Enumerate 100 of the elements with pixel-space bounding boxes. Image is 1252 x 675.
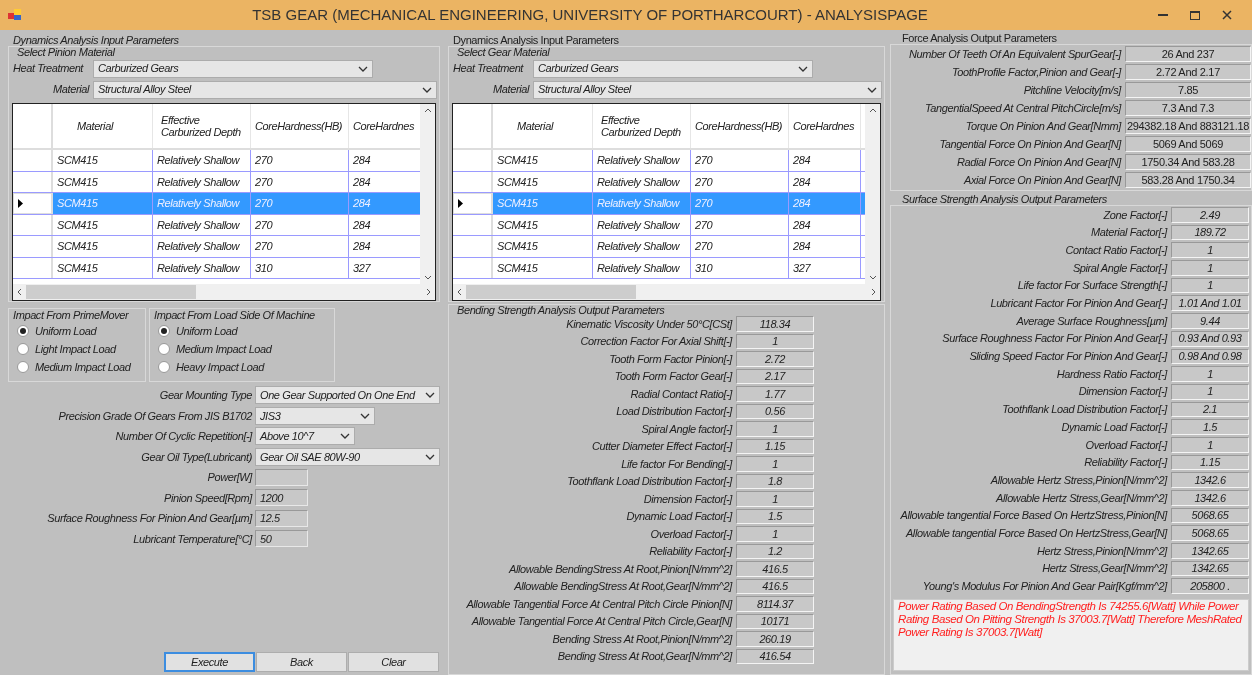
close-icon[interactable]	[1222, 10, 1232, 20]
column-header[interactable]: Material	[493, 104, 593, 148]
group-title: Select Gear Material	[456, 47, 551, 58]
scroll-down-icon[interactable]	[868, 275, 877, 280]
table-cell: Relatively Shallow	[593, 214, 691, 235]
column-header[interactable]: Effective Carburized Depth	[593, 104, 691, 148]
table-row[interactable]: SCM415 Relatively Shallow 270 284	[453, 150, 865, 172]
row-pointer-icon	[18, 198, 23, 208]
table-row[interactable]: SCM415 Relatively Shallow 310 327	[13, 257, 420, 279]
table-cell: 270	[251, 236, 349, 257]
output-label: Life factor For Bending[-]	[621, 456, 732, 472]
radio-button[interactable]	[158, 361, 170, 373]
table-cell: SCM415	[493, 236, 593, 257]
output-value: 1	[736, 421, 814, 437]
output-value: 1.2	[736, 543, 814, 559]
radio-option[interactable]: Uniform Load	[154, 322, 330, 340]
scroll-right-icon[interactable]	[426, 288, 431, 296]
radio-option[interactable]: Medium Impact Load	[154, 340, 330, 358]
output-value: 118.34	[736, 316, 814, 332]
column-header[interactable]: Effective Carburized Depth	[153, 104, 251, 148]
output-value: 1	[1171, 366, 1249, 382]
scroll-right-icon[interactable]	[871, 288, 876, 296]
output-value: 189.72	[1171, 224, 1249, 241]
table-row[interactable]: SCM415 Relatively Shallow 270 284	[453, 214, 865, 236]
table-row[interactable]: SCM415 Relatively Shallow 270 284	[453, 236, 865, 258]
radio-button[interactable]	[17, 325, 29, 337]
scroll-up-icon[interactable]	[423, 108, 432, 113]
chevron-down-icon	[358, 65, 368, 72]
radio-option[interactable]: Heavy Impact Load	[154, 358, 330, 376]
vertical-scrollbar[interactable]	[420, 104, 435, 284]
table-cell: 310	[691, 257, 789, 278]
dropdown[interactable]: Gear Oil SAE 80W-90	[255, 447, 440, 466]
output-label: Kinematic Viscosity Under 50°C[CSt]	[566, 316, 732, 332]
field-label: Material	[52, 82, 89, 98]
column-header[interactable]: CoreHardnes	[789, 104, 861, 148]
output-value: 1	[1171, 242, 1249, 259]
input-field[interactable]: 50	[255, 530, 308, 548]
table-cell: Relatively Shallow	[593, 193, 691, 214]
radio-button[interactable]	[158, 325, 170, 337]
dropdown[interactable]: Structural Alloy Steel	[533, 80, 882, 99]
output-label: Average Surface Roughness[µm]	[1016, 313, 1167, 329]
input-field[interactable]: 12.5	[255, 509, 308, 527]
table-row[interactable]: SCM415 Relatively Shallow 270 284	[13, 214, 420, 236]
horizontal-scrollbar[interactable]	[453, 284, 880, 300]
horizontal-scrollbar[interactable]	[13, 284, 435, 300]
dropdown[interactable]: Carburized Gears	[533, 59, 813, 78]
table-row[interactable]: SCM415 Relatively Shallow 270 284	[13, 150, 420, 172]
output-value: 294382.18 And 883121.18	[1125, 118, 1251, 134]
minimize-icon[interactable]	[1158, 13, 1168, 17]
table-row[interactable]: SCM415 Relatively Shallow 270 284	[13, 236, 420, 258]
row-pointer-icon	[458, 198, 463, 208]
output-label: Dynamic Load Factor[-]	[626, 509, 732, 524]
group-title: Impact From Load Side Of Machine	[154, 309, 316, 322]
radio-button[interactable]	[17, 343, 29, 355]
maximize-icon[interactable]	[1190, 10, 1200, 20]
radio-button[interactable]	[158, 343, 170, 355]
output-label: Bending Stress At Root,Pinion[N/mm^2]	[552, 631, 732, 647]
output-value: 2.17	[736, 368, 814, 384]
scroll-left-icon[interactable]	[17, 288, 22, 296]
output-value: 1.5	[1171, 419, 1249, 435]
action-button[interactable]: Back	[256, 652, 347, 672]
output-value: 1342.65	[1171, 543, 1249, 559]
scroll-left-icon[interactable]	[457, 288, 462, 296]
table-cell: Relatively Shallow	[153, 193, 251, 214]
radio-option[interactable]: Uniform Load	[13, 322, 141, 340]
action-button[interactable]: Execute	[164, 652, 255, 672]
column-header[interactable]: CoreHardness(HB)	[691, 104, 789, 148]
action-button[interactable]: Clear	[348, 652, 439, 672]
table-cell: 284	[789, 171, 861, 192]
table-row[interactable]: SCM415 Relatively Shallow 310 327	[453, 257, 865, 279]
table-cell: Relatively Shallow	[153, 171, 251, 192]
radio-button[interactable]	[17, 361, 29, 373]
output-label: Load Distribution Factor[-]	[616, 404, 732, 419]
column-header[interactable]: CoreHardness(HB)	[251, 104, 349, 148]
table-cell: Relatively Shallow	[593, 236, 691, 257]
output-label: Tooth Form Factor Pinion[-]	[609, 351, 732, 367]
field-label: Material	[492, 82, 529, 98]
output-label: Allowable tangential Force Based On HertzStress,Gear[N]	[905, 525, 1167, 541]
input-field[interactable]: 1200	[255, 489, 308, 507]
input-field[interactable]	[255, 468, 308, 486]
field-label: Heat Treatment	[453, 61, 525, 77]
scroll-down-icon[interactable]	[423, 275, 432, 280]
output-value: 1.8	[736, 473, 814, 489]
scroll-up-icon[interactable]	[868, 108, 877, 113]
column-header[interactable]: Material	[53, 104, 153, 148]
output-label: Spiral Angle factor[-]	[641, 421, 732, 437]
table-cell: SCM415	[493, 257, 593, 278]
output-label: Allowable Tangential Force At Central Pitch Circle Pinion[N]	[466, 596, 732, 612]
dropdown[interactable]: One Gear Supported On One End	[255, 386, 440, 405]
output-value: 205800 .	[1171, 578, 1249, 595]
table-cell: 270	[691, 171, 789, 192]
field-label: Surface Roughness For Pinion And Gear[µm]	[46, 511, 252, 526]
dropdown[interactable]: Above 10^7	[255, 427, 355, 446]
vertical-scrollbar[interactable]	[865, 104, 880, 284]
radio-option[interactable]: Medium Impact Load	[13, 358, 141, 376]
dropdown[interactable]: JIS3	[255, 406, 375, 425]
dropdown[interactable]: Carburized Gears	[93, 59, 373, 78]
radio-option[interactable]: Light Impact Load	[13, 340, 141, 358]
output-value: 1	[736, 456, 814, 472]
dropdown[interactable]: Structural Alloy Steel	[93, 80, 437, 99]
